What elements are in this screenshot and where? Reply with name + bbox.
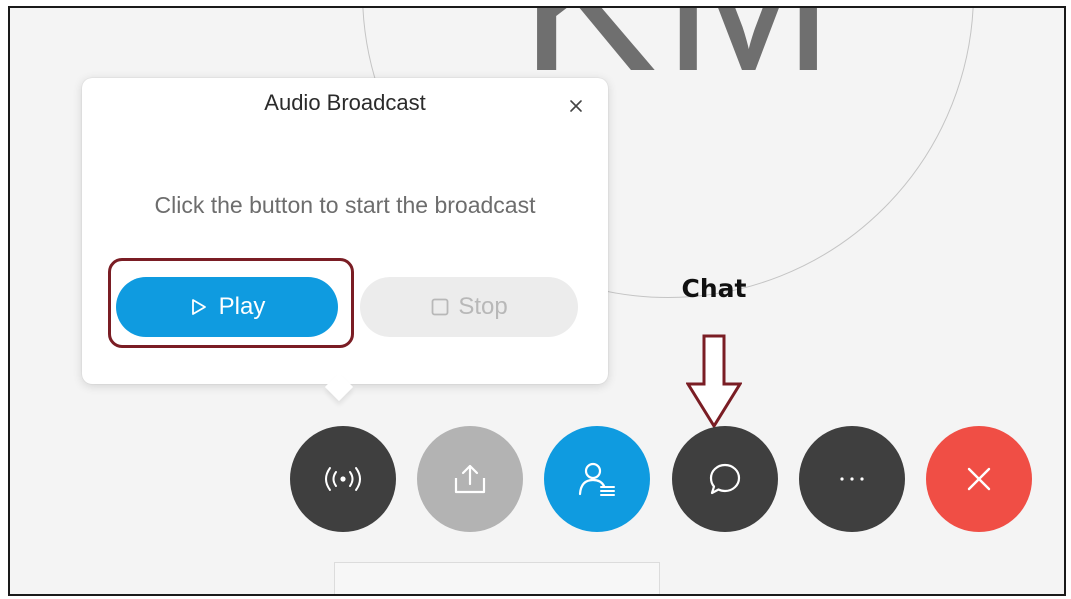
play-icon: [191, 299, 206, 315]
popup-title: Audio Broadcast: [264, 90, 426, 115]
meeting-window: KM Audio Broadcast Click the button to s…: [8, 6, 1066, 596]
down-arrow-annotation: [686, 334, 742, 429]
chat-button[interactable]: [672, 426, 778, 532]
broadcast-icon: [325, 467, 361, 491]
stop-button[interactable]: Stop: [360, 277, 578, 337]
popup-close-button[interactable]: [562, 92, 590, 120]
more-horizontal-icon: [840, 477, 864, 481]
stop-square-icon: [431, 298, 449, 316]
close-icon: [570, 100, 582, 112]
end-meeting-button[interactable]: [926, 426, 1032, 532]
bottom-panel: [334, 562, 660, 594]
close-icon: [967, 467, 991, 491]
participants-button[interactable]: [544, 426, 650, 532]
chat-annotation-label: Chat: [681, 274, 747, 303]
audio-broadcast-button[interactable]: [290, 426, 396, 532]
popup-message: Click the button to start the broadcast: [154, 192, 536, 218]
audio-broadcast-popup: Audio Broadcast Click the button to star…: [82, 78, 608, 402]
stop-button-label: Stop: [458, 293, 508, 320]
more-options-button[interactable]: [799, 426, 905, 532]
popup-pointer: [324, 372, 354, 402]
share-button[interactable]: [417, 426, 523, 532]
share-icon: [454, 464, 486, 494]
participants-icon: [578, 462, 615, 496]
chat-bubble-icon: [709, 463, 741, 495]
play-button-label: Play: [218, 293, 266, 320]
play-button[interactable]: Play: [116, 277, 338, 337]
